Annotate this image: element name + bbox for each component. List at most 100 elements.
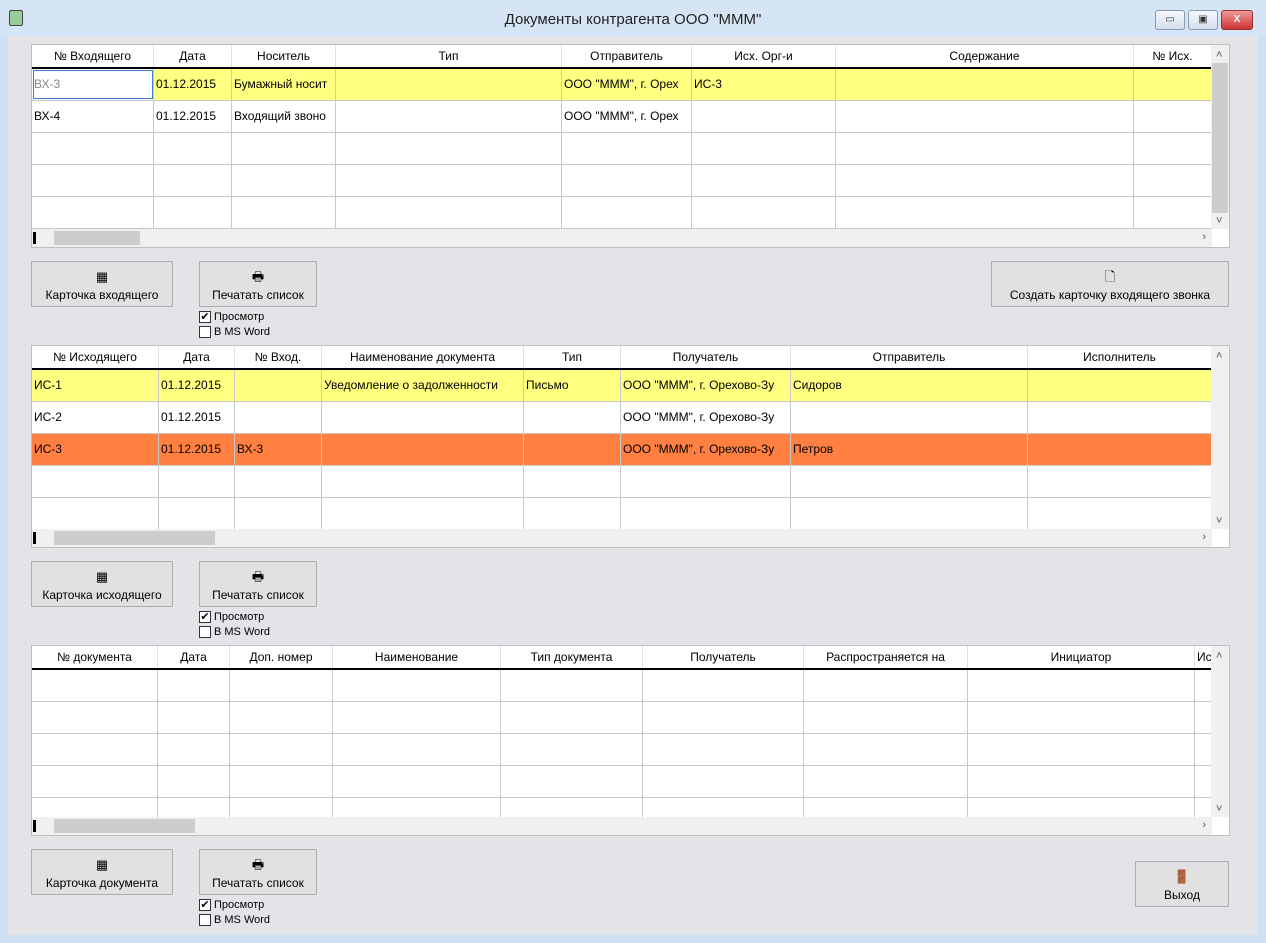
table-cell[interactable] [621, 498, 791, 529]
table-cell[interactable] [1028, 370, 1212, 401]
table-cell[interactable] [158, 734, 230, 765]
table-cell[interactable] [501, 670, 643, 701]
table-cell[interactable]: Бумажный носит [232, 69, 336, 100]
horizontal-scrollbar[interactable]: › [32, 529, 1212, 547]
table-cell[interactable] [1028, 434, 1212, 465]
table-row[interactable]: ВХ-4 01.12.2015 Входящий звоно ООО "МММ", г… [32, 101, 1212, 133]
table-cell[interactable] [235, 402, 322, 433]
table-cell[interactable] [791, 466, 1028, 497]
table-cell[interactable] [32, 133, 154, 164]
table-cell[interactable] [159, 466, 235, 497]
checkbox-box[interactable] [199, 626, 211, 638]
outgoing-card-button[interactable]: ▦ Карточка исходящего [31, 561, 173, 607]
column-header[interactable]: Дата [154, 45, 232, 67]
table-cell[interactable] [32, 734, 158, 765]
table-cell[interactable] [32, 670, 158, 701]
exit-button[interactable]: 🚪 Выход [1135, 861, 1229, 907]
table-cell[interactable] [692, 197, 836, 228]
table-cell[interactable] [836, 133, 1134, 164]
table-cell[interactable] [333, 734, 501, 765]
table-cell[interactable]: 01.12.2015 [159, 434, 235, 465]
table-cell[interactable]: ИС-1 [32, 370, 159, 401]
column-header[interactable]: № Исходящего [32, 346, 159, 368]
table-cell[interactable] [154, 197, 232, 228]
table-cell[interactable] [159, 498, 235, 529]
table-cell[interactable] [524, 466, 621, 497]
table-cell[interactable]: ИС-3 [32, 434, 159, 465]
scroll-down-icon[interactable]: ˅ [1216, 515, 1222, 527]
table-cell[interactable] [230, 766, 333, 797]
table-cell[interactable] [322, 466, 524, 497]
column-header[interactable]: Наименование [333, 646, 501, 668]
table-cell[interactable] [1195, 734, 1212, 765]
table-row[interactable]: ИС-3 01.12.2015 ВХ-3 ООО "МММ", г. Орехово-… [32, 434, 1212, 466]
scroll-down-icon[interactable]: ˅ [1216, 215, 1222, 227]
table-cell[interactable] [836, 197, 1134, 228]
table-cell[interactable] [501, 766, 643, 797]
column-header[interactable]: Отправитель [791, 346, 1028, 368]
outgoing-preview-checkbox[interactable]: ✔ Просмотр [199, 610, 264, 624]
scroll-right-icon[interactable]: › [1202, 231, 1206, 243]
table-cell[interactable] [1195, 766, 1212, 797]
table-cell[interactable]: Письмо [524, 370, 621, 401]
table-row[interactable]: ИС-2 01.12.2015 ООО "МММ", г. Орехово-Зу [32, 402, 1212, 434]
scroll-left-icon[interactable] [33, 232, 36, 244]
table-cell[interactable] [804, 766, 968, 797]
table-cell[interactable]: ИС-2 [32, 402, 159, 433]
documents-grid[interactable]: № документа Дата Доп. номер Наименование Тип… [31, 645, 1230, 836]
table-cell[interactable]: 01.12.2015 [154, 69, 232, 100]
table-cell[interactable] [230, 702, 333, 733]
table-cell[interactable] [692, 133, 836, 164]
table-row[interactable] [32, 165, 1212, 197]
table-cell[interactable] [158, 766, 230, 797]
table-cell[interactable] [501, 702, 643, 733]
table-cell[interactable] [32, 165, 154, 196]
column-header[interactable]: Получатель [643, 646, 804, 668]
table-row[interactable] [32, 734, 1212, 766]
table-cell[interactable] [336, 197, 562, 228]
table-cell[interactable] [235, 466, 322, 497]
table-cell[interactable] [32, 197, 154, 228]
checkbox-box[interactable] [199, 326, 211, 338]
scroll-left-icon[interactable] [33, 532, 36, 544]
checkbox-box[interactable] [199, 914, 211, 926]
column-header[interactable]: Отправитель [562, 45, 692, 67]
column-header[interactable]: Тип [524, 346, 621, 368]
outgoing-print-button[interactable]: 🖶 Печатать список [199, 561, 317, 607]
table-cell[interactable] [692, 165, 836, 196]
table-cell[interactable] [1134, 197, 1212, 228]
table-cell[interactable]: ООО "МММ", г. Орехово-Зу [621, 402, 791, 433]
table-cell[interactable] [336, 165, 562, 196]
close-button[interactable]: X [1221, 10, 1253, 30]
table-cell[interactable] [968, 670, 1195, 701]
table-cell[interactable] [836, 165, 1134, 196]
incoming-msword-checkbox[interactable]: В MS Word [199, 325, 270, 339]
column-header[interactable]: Исх. Орг-и [692, 45, 836, 67]
column-header[interactable]: Дата [159, 346, 235, 368]
table-row[interactable] [32, 466, 1212, 498]
table-cell[interactable] [154, 133, 232, 164]
table-row[interactable] [32, 670, 1212, 702]
scroll-right-icon[interactable]: › [1202, 531, 1206, 543]
column-header[interactable]: Доп. номер [230, 646, 333, 668]
table-cell[interactable] [621, 466, 791, 497]
table-cell[interactable]: 01.12.2015 [154, 101, 232, 132]
table-cell[interactable] [643, 702, 804, 733]
table-cell[interactable] [154, 165, 232, 196]
column-header[interactable]: № Входящего [32, 45, 154, 67]
table-cell[interactable] [1028, 402, 1212, 433]
table-row[interactable] [32, 197, 1212, 229]
table-cell[interactable] [232, 165, 336, 196]
table-cell[interactable] [836, 69, 1134, 100]
scroll-left-icon[interactable] [33, 820, 36, 832]
scroll-up-icon[interactable]: ˄ [1216, 650, 1222, 662]
column-header[interactable]: Распространяется на [804, 646, 968, 668]
scroll-thumb[interactable] [1212, 63, 1228, 213]
table-cell[interactable] [968, 734, 1195, 765]
table-cell[interactable]: Уведомление о задолженности [322, 370, 524, 401]
table-cell[interactable]: 01.12.2015 [159, 370, 235, 401]
vertical-scrollbar[interactable]: ˄ ˅ [1211, 646, 1229, 817]
table-cell[interactable] [968, 702, 1195, 733]
table-cell[interactable] [336, 133, 562, 164]
scroll-up-icon[interactable]: ˄ [1216, 350, 1222, 362]
